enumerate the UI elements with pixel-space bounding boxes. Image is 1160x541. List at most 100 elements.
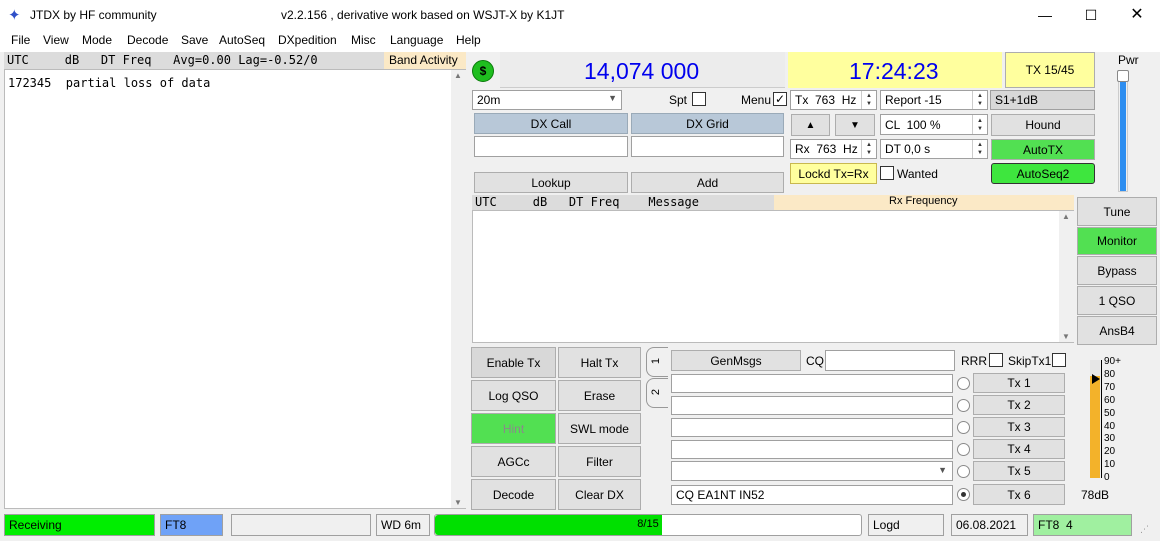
erase-button[interactable]: Erase [558,380,641,411]
tx2-message-input[interactable] [671,396,953,415]
auto-tx-button[interactable]: AutoTX [991,139,1095,160]
tx6-message-input[interactable]: CQ EA1NT IN52 [671,485,953,505]
filter-button[interactable]: Filter [558,446,641,477]
menu-save[interactable]: Save [181,33,208,47]
menu-language[interactable]: Language [390,33,443,47]
dx-grid-input[interactable] [631,136,784,157]
tx3-button[interactable]: Tx 3 [973,417,1065,437]
tx4-message-input[interactable] [671,440,953,459]
rx-frequency-title: Rx Frequency [774,195,1074,210]
maximize-icon[interactable]: ☐ [1068,0,1114,30]
menu-dxpedition[interactable]: DXpedition [278,33,337,47]
dx-call-input[interactable] [474,136,628,157]
band-select[interactable]: 20m ▼ [472,90,622,110]
status-blank [231,514,371,536]
cq-label: CQ [806,354,824,368]
dt-spinbox[interactable]: DT 0,0 s ▲ ▼ [880,139,988,159]
cq-input[interactable] [825,350,955,371]
status-receiving: Receiving [4,514,155,536]
hint-button[interactable]: Hint [471,413,556,444]
tx1-radio[interactable] [957,377,970,390]
title-bar: ✦ JTDX by HF community v2.2.156 , deriva… [0,0,1160,30]
tick-label: 40 [1104,420,1116,432]
tx3-radio[interactable] [957,421,970,434]
decode-line: 172345 partial loss of data [8,76,211,90]
tab-1[interactable]: 1 [646,347,668,377]
tick-label: 50 [1104,407,1116,419]
menu-file[interactable]: File [11,33,30,47]
menu-checkbox[interactable]: ✓ [773,92,787,106]
menu-decode[interactable]: Decode [127,33,168,47]
tx5-radio[interactable] [957,465,970,478]
add-button[interactable]: Add [631,172,784,193]
lock-tx-rx-button[interactable]: Lockd Tx=Rx [790,163,877,184]
tick-label: 20 [1104,446,1116,458]
menu-autoseq[interactable]: AutoSeq [219,33,265,47]
rx-frequency-list[interactable]: ▲ ▼ [472,210,1074,343]
bypass-button[interactable]: Bypass [1077,256,1157,285]
dx-call-label: DX Call [474,113,628,134]
tx1-message-input[interactable] [671,374,953,393]
tx3-message-input[interactable] [671,418,953,437]
auto-seq-button[interactable]: AutoSeq2 [991,163,1095,184]
rx-frequency-header: UTC dB DT Freq Message [472,195,774,210]
tx1-button[interactable]: Tx 1 [973,373,1065,393]
menu-misc[interactable]: Misc [351,33,376,47]
enable-tx-button[interactable]: Enable Tx [471,347,556,378]
minimize-icon[interactable]: — [1022,0,1068,30]
tx4-button[interactable]: Tx 4 [973,439,1065,459]
scrollbar[interactable]: ▲ ▼ [451,70,466,508]
frequency-display: 14,074 000 [500,52,785,88]
close-icon[interactable]: ✕ [1114,0,1160,30]
tx2-radio[interactable] [957,399,970,412]
agcc-button[interactable]: AGCc [471,446,556,477]
report-spinbox[interactable]: Report -15 ▲ ▼ [880,90,988,110]
hound-button[interactable]: Hound [991,114,1095,136]
menu-view[interactable]: View [43,33,69,47]
down-arrow-button[interactable]: ▼ [835,114,875,136]
status-date: 06.08.2021 [951,514,1028,536]
tx6-radio[interactable] [957,488,970,501]
skip-tx1-label: SkipTx1 [1008,354,1052,368]
menu-mode[interactable]: Mode [82,33,112,47]
band-activity-list[interactable]: 172345 partial loss of data ▲ ▼ [4,69,466,509]
cl-spinbox[interactable]: CL 100 % ▲ ▼ [880,114,988,135]
tick-label: 80 [1104,368,1116,380]
power-slider-handle[interactable] [1117,70,1129,82]
spot-checkbox[interactable] [692,92,706,106]
gen-msgs-button[interactable]: GenMsgs [671,350,801,371]
tx5-button[interactable]: Tx 5 [973,461,1065,481]
halt-tx-button[interactable]: Halt Tx [558,347,641,378]
app-title: JTDX by HF community [30,8,157,22]
up-arrow-button[interactable]: ▲ [791,114,830,136]
tx6-button[interactable]: Tx 6 [973,484,1065,505]
status-mode: FT8 [160,514,223,536]
ans-b4-button[interactable]: AnsB4 [1077,316,1157,345]
swl-mode-button[interactable]: SWL mode [558,413,641,444]
tick-label: 10 [1104,459,1116,471]
one-qso-button[interactable]: 1 QSO [1077,286,1157,315]
tab-2[interactable]: 2 [646,378,668,408]
tune-button[interactable]: Tune [1077,197,1157,226]
monitor-button[interactable]: Monitor [1077,227,1157,255]
skip-tx1-checkbox[interactable] [1052,353,1066,367]
tx-period-button[interactable]: TX 15/45 [1005,52,1095,88]
lookup-button[interactable]: Lookup [474,172,628,193]
log-qso-button[interactable]: Log QSO [471,380,556,411]
tx-frequency-spinbox[interactable]: Tx 763 Hz ▲ ▼ [790,90,877,110]
tx4-radio[interactable] [957,443,970,456]
decode-button[interactable]: Decode [471,479,556,510]
tx2-button[interactable]: Tx 2 [973,395,1065,415]
rrr-checkbox[interactable] [989,353,1003,367]
rx-frequency-spinbox[interactable]: Rx 763 Hz ▲ ▼ [790,139,877,159]
power-label: Pwr [1118,53,1139,67]
resize-grip-icon[interactable]: ⋰ [1140,524,1149,535]
clear-dx-button[interactable]: Clear DX [558,479,641,510]
status-wd: WD 6m [376,514,430,536]
scrollbar[interactable]: ▲ ▼ [1059,211,1074,342]
tx5-message-select[interactable]: ▼ [671,461,953,481]
power-slider-track[interactable] [1117,70,1129,192]
wanted-checkbox[interactable] [880,166,894,180]
menu-help[interactable]: Help [456,33,481,47]
version-text: v2.2.156 , derivative work based on WSJT… [281,8,565,22]
